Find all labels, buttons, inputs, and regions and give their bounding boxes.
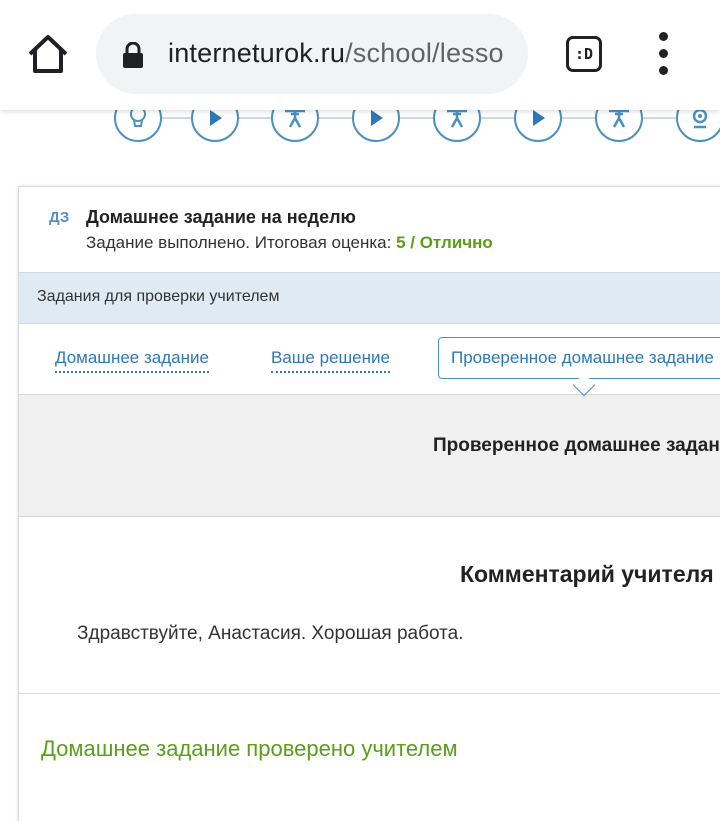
home-icon[interactable]	[22, 28, 74, 80]
url-text: interneturok.ru/school/lesso	[168, 38, 508, 72]
step-connector	[162, 117, 192, 119]
step-connector	[400, 117, 434, 119]
section-divider	[19, 693, 720, 694]
step-connector	[238, 117, 272, 119]
address-bar[interactable]: interneturok.ru/school/lesso	[96, 14, 528, 94]
teacher-comment-text: Здравствуйте, Анастасия. Хорошая работа.	[77, 623, 464, 644]
step-connector	[481, 117, 515, 119]
browser-toolbar: interneturok.ru/school/lesso :D	[0, 0, 720, 110]
homework-status: Задание выполнено. Итоговая оценка: 5 / …	[86, 233, 493, 253]
step-connector	[562, 117, 596, 119]
tab-homework[interactable]: Домашнее задание	[55, 347, 209, 373]
tasks-for-teacher-bar: Задания для проверки учителем	[19, 272, 720, 324]
tasks-for-teacher-label: Задания для проверки учителем	[37, 288, 280, 305]
step-connector	[318, 117, 352, 119]
tab-checked-homework[interactable]: Проверенное домашнее задание	[438, 337, 720, 379]
homework-card: ДЗ Домашнее задание на неделю Задание вы…	[18, 186, 720, 821]
homework-checked-note: Домашнее задание проверено учителем	[41, 736, 458, 761]
teacher-comment-title: Комментарий учителя	[460, 561, 714, 587]
lock-icon	[122, 41, 144, 68]
url-domain: interneturok.ru	[168, 38, 346, 68]
checked-homework-header: Проверенное домашнее задани	[19, 394, 720, 517]
step-connector	[643, 117, 677, 119]
more-vert-icon[interactable]	[650, 32, 678, 76]
homework-title: Домашнее задание на неделю	[86, 207, 356, 227]
homework-grade: 5 / Отлично	[396, 233, 493, 252]
tab-your-solution[interactable]: Ваше решение	[271, 347, 390, 373]
url-path: /school/lesso	[345, 38, 504, 68]
homework-status-text: Задание выполнено. Итоговая оценка:	[86, 233, 397, 252]
checked-homework-title: Проверенное домашнее задани	[433, 435, 720, 456]
homework-badge: ДЗ	[49, 209, 70, 226]
tab-switcher-button[interactable]: :D	[566, 36, 602, 72]
